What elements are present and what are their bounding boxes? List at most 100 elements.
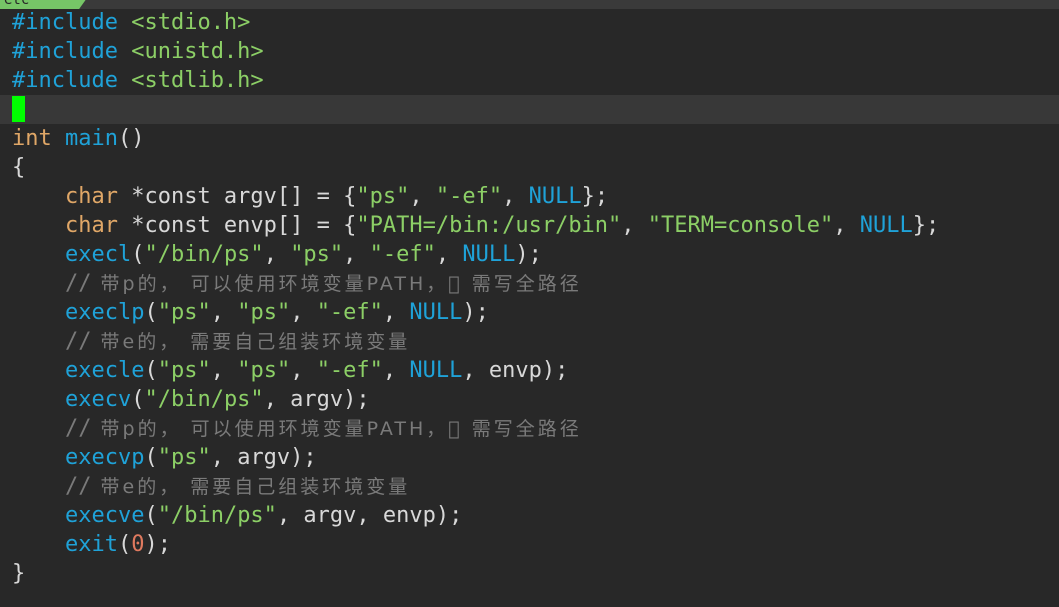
open-paren: (	[144, 300, 158, 325]
open-paren: (	[131, 242, 145, 267]
code-line-3: #include <stdlib.h>	[12, 66, 1059, 95]
open-paren: (	[144, 503, 158, 528]
null-constant: NULL	[859, 213, 913, 238]
comma: ,	[290, 300, 317, 325]
function-name: main	[65, 126, 118, 151]
comment: // 带e的， 需要自己组装环境变量	[64, 329, 411, 354]
code-line-15: // 带p的， 可以使用环境变量PATH，  需写全路径	[12, 414, 1059, 443]
comment: // 带p的， 可以使用环境变量PATH，  需写全路径	[64, 271, 582, 296]
comment-text: 带e的， 需要自己组装环境变量	[91, 331, 411, 353]
include-header: <stdlib.h>	[131, 68, 264, 93]
string-literal: "PATH=/bin:/usr/bin"	[356, 213, 622, 238]
include-header: <stdio.h>	[131, 10, 251, 35]
string-literal: "ps"	[237, 358, 291, 383]
code-line-8: char *const envp[] = {"PATH=/bin:/usr/bi…	[12, 211, 1059, 240]
code-text: , argv);	[210, 445, 317, 470]
function-call: execv	[64, 387, 132, 412]
function-call: execl	[64, 242, 132, 267]
comment-marker: //	[64, 271, 92, 296]
number-literal: 0	[131, 532, 145, 557]
null-constant: NULL	[409, 300, 463, 325]
comment-text: 带e的， 需要自己组装环境变量	[91, 476, 411, 498]
comma: ,	[502, 184, 529, 209]
string-literal: "-ef"	[435, 184, 503, 209]
code-line-6: {	[12, 153, 1059, 182]
code-text: };	[581, 184, 609, 209]
string-literal: "/bin/ps"	[144, 242, 264, 267]
code-line-4-current	[0, 95, 1059, 124]
code-text: );	[462, 300, 489, 325]
code-line-17: // 带e的， 需要自己组装环境变量	[12, 472, 1059, 501]
open-paren: (	[144, 445, 158, 470]
string-literal: "/bin/ps"	[144, 387, 264, 412]
code-line-12: // 带e的， 需要自己组装环境变量	[12, 327, 1059, 356]
type-keyword: int	[12, 126, 52, 151]
comment: // 带p的， 可以使用环境变量PATH，  需写全路径	[64, 416, 582, 441]
comment: // 带e的， 需要自己组装环境变量	[65, 474, 411, 499]
code-line-9: execl("/bin/ps", "ps", "-ef", NULL);	[12, 240, 1059, 269]
code-line-7: char *const argv[] = {"ps", "-ef", NULL}…	[12, 182, 1059, 211]
function-call: execle	[64, 358, 145, 383]
comma: ,	[290, 358, 317, 383]
preprocessor-directive: #include	[12, 39, 118, 64]
string-literal: "-ef"	[316, 358, 383, 383]
close-brace: }	[12, 561, 26, 586]
comma: ,	[621, 213, 648, 238]
open-paren: (	[117, 532, 132, 557]
function-call: execlp	[64, 300, 145, 325]
code-line-11: execlp("ps", "ps", "-ef", NULL);	[12, 298, 1059, 327]
preprocessor-directive: #include	[12, 10, 118, 35]
code-line-1: #include <stdio.h>	[12, 8, 1059, 37]
string-literal: "TERM=console"	[647, 213, 834, 238]
string-literal: "-ef"	[316, 300, 383, 325]
code-text: );	[144, 532, 171, 557]
comment-text: 带p的， 可以使用环境变量PATH，  需写全路径	[91, 418, 582, 440]
comma: ,	[210, 300, 238, 325]
comma: ,	[833, 213, 860, 238]
comment-marker: //	[64, 416, 92, 441]
null-constant: NULL	[409, 358, 463, 383]
code-line-18: execve("/bin/ps", argv, envp);	[12, 501, 1059, 530]
code-line-10: // 带p的， 可以使用环境变量PATH，  需写全路径	[12, 269, 1059, 298]
parens: ()	[117, 126, 145, 151]
string-literal: "ps"	[290, 242, 344, 267]
string-literal: "ps"	[237, 300, 291, 325]
comma: ,	[263, 242, 291, 267]
string-literal: "ps"	[157, 445, 211, 470]
code-text: *const argv[] = {	[117, 184, 357, 209]
code-line-20: }	[12, 559, 1059, 588]
include-header: <unistd.h>	[131, 39, 264, 64]
null-constant: NULL	[528, 184, 582, 209]
null-constant: NULL	[462, 242, 516, 267]
type-keyword: char	[64, 184, 118, 209]
open-paren: (	[131, 387, 145, 412]
code-line-2: #include <unistd.h>	[12, 37, 1059, 66]
code-line-19: exit(0);	[12, 530, 1059, 559]
code-editor[interactable]: #include <stdio.h> #include <unistd.h> #…	[0, 8, 1059, 588]
comma: ,	[409, 184, 436, 209]
function-call: execve	[64, 503, 145, 528]
comment-marker: //	[64, 329, 92, 354]
function-call: execvp	[64, 445, 145, 470]
code-text: , envp);	[462, 358, 569, 383]
function-call: exit	[64, 532, 118, 557]
code-text: };	[912, 213, 940, 238]
code-line-13: execle("ps", "ps", "-ef", NULL, envp);	[12, 356, 1059, 385]
code-text: *const envp[] = {	[117, 213, 357, 238]
code-line-16: execvp("ps", argv);	[12, 443, 1059, 472]
comma: ,	[435, 242, 463, 267]
text-cursor	[12, 95, 25, 122]
